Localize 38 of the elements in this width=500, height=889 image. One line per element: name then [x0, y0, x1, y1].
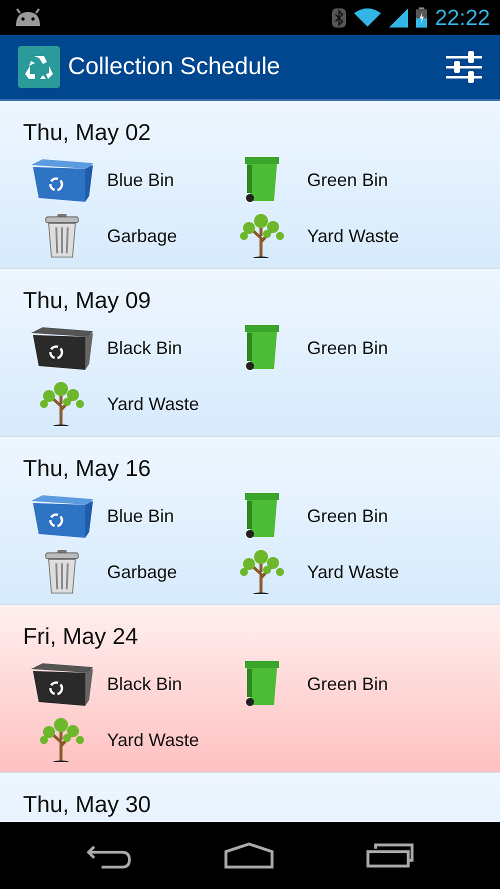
recycling-box-icon — [31, 158, 93, 202]
waste-type-label: Yard Waste — [107, 394, 200, 414]
waste-type-label: Black Bin — [107, 338, 182, 358]
day-card[interactable]: Fri, May 24 Black Bin Green Bin Yard Waste — [0, 605, 500, 773]
waste-type-label: Blue Bin — [107, 170, 174, 190]
waste-type-label: Garbage — [107, 562, 178, 582]
waste-type-label: Yard Waste — [307, 226, 400, 246]
clock-time: 22:22 — [434, 4, 490, 30]
bluetooth-icon — [332, 8, 346, 28]
waste-type-label: Garbage — [107, 226, 178, 246]
recent-apps-icon[interactable] — [366, 843, 414, 868]
app-title: Collection Schedule — [68, 53, 282, 81]
waste-type-label: Black Bin — [107, 674, 182, 694]
waste-type-label: Green Bin — [307, 338, 388, 358]
battery-icon — [416, 7, 427, 28]
settings-sliders-icon[interactable] — [446, 51, 482, 83]
collection-date: Thu, May 30 — [23, 791, 151, 818]
recycling-box-icon — [31, 662, 93, 706]
recycle-icon[interactable] — [18, 46, 60, 88]
day-card[interactable]: Thu, May 02 Blue Bin Green Bin Garbage Yard Waste — [0, 101, 500, 269]
day-card[interactable]: Thu, May 09 Black Bin Green Bin Yard Waste — [0, 269, 500, 437]
recycling-box-icon — [31, 494, 93, 538]
collection-date: Thu, May 16 — [23, 455, 151, 482]
waste-type-label: Green Bin — [307, 674, 388, 694]
waste-type-label: Yard Waste — [307, 562, 400, 582]
waste-type-label: Green Bin — [307, 170, 388, 190]
recycling-box-icon — [31, 326, 93, 370]
signal-icon — [388, 8, 408, 28]
collection-date: Thu, May 09 — [23, 287, 151, 314]
waste-type-label: Yard Waste — [107, 730, 200, 750]
collection-date: Fri, May 24 — [23, 623, 138, 650]
day-card[interactable]: Thu, May 16 Blue Bin Green Bin Garbage Yard Waste — [0, 437, 500, 605]
waste-type-label: Blue Bin — [107, 506, 174, 526]
home-icon[interactable] — [224, 842, 274, 869]
waste-type-label: Green Bin — [307, 506, 388, 526]
day-card[interactable]: Thu, May 30 — [0, 773, 500, 822]
wifi-icon — [354, 8, 381, 28]
collection-date: Thu, May 02 — [23, 119, 151, 146]
